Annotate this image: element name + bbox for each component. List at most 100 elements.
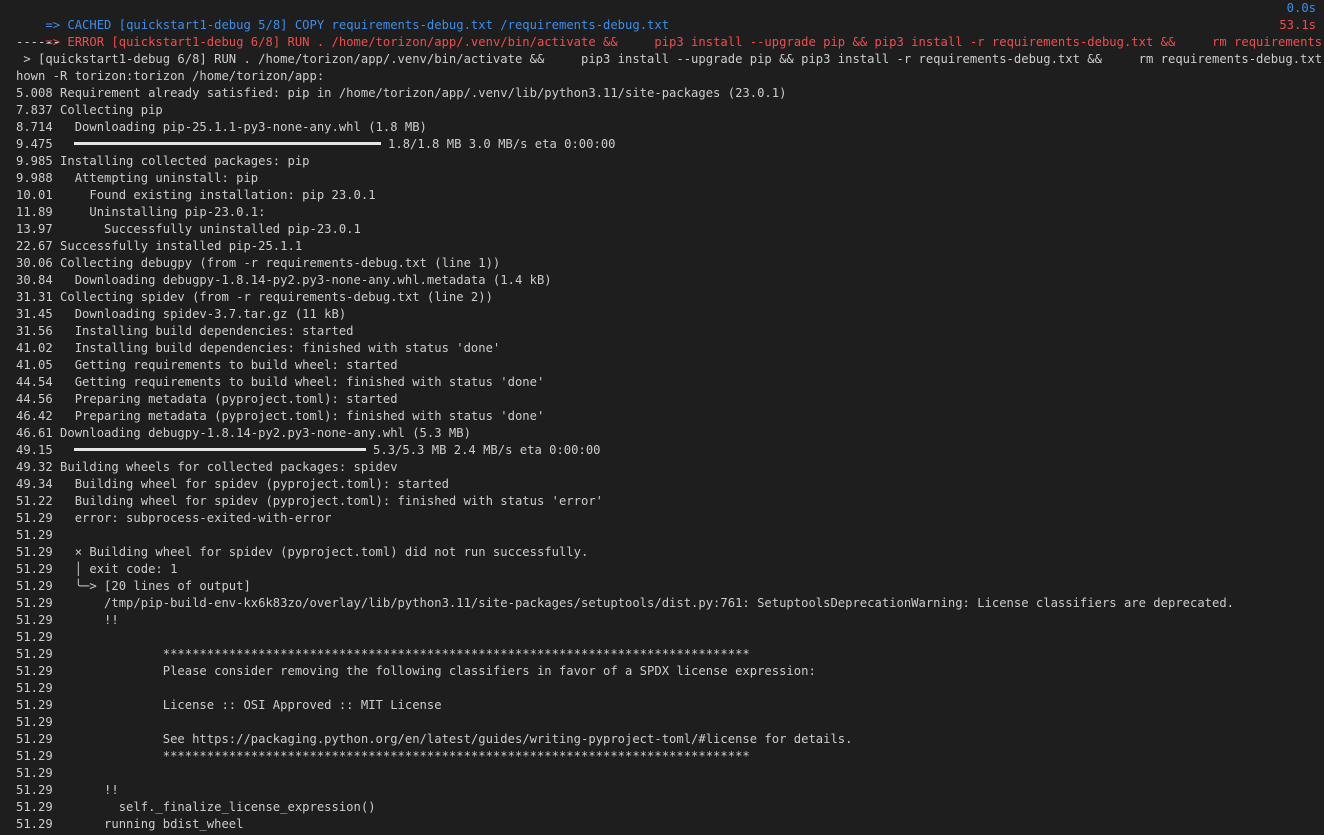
log-line-text: 49.34 Building wheel for spidev (pyproje… [16, 477, 449, 491]
log-line: 30.06 Collecting debugpy (from -r requir… [0, 255, 1324, 272]
log-line: 46.42 Preparing metadata (pyproject.toml… [0, 408, 1324, 425]
log-line: 49.15 5.3/5.3 MB 2.4 MB/s eta 0:00:00 [0, 442, 1324, 459]
log-line: 7.837 Collecting pip [0, 102, 1324, 119]
log-line-text: 31.56 Installing build dependencies: sta… [16, 324, 354, 338]
log-line: 10.01 Found existing installation: pip 2… [0, 187, 1324, 204]
error-step-line: => ERROR [quickstart1-debug 6/8] RUN . /… [0, 17, 1324, 49]
error-step-duration: 53.1s [1279, 18, 1316, 32]
log-line: 51.29 Please consider removing the follo… [0, 663, 1324, 680]
log-line-text: 31.31 Collecting spidev (from -r require… [16, 290, 493, 304]
log-line-text: 51.29 error: subprocess-exited-with-erro… [16, 511, 332, 525]
log-line: 44.56 Preparing metadata (pyproject.toml… [0, 391, 1324, 408]
log-line-text: 11.89 Uninstalling pip-23.0.1: [16, 205, 266, 219]
log-line: 22.67 Successfully installed pip-25.1.1 [0, 238, 1324, 255]
log-line-text: 51.29 See https://packaging.python.org/e… [16, 732, 853, 746]
log-line-text: 51.29 [16, 715, 53, 729]
log-line-text: 51.29 running bdist_wheel [16, 817, 244, 831]
log-line-text: 49.32 Building wheels for collected pack… [16, 460, 398, 474]
cached-step-duration: 0.0s [1286, 1, 1316, 15]
log-line: 49.32 Building wheels for collected pack… [0, 459, 1324, 476]
log-line-text: 51.29 self._finalize_license_expression(… [16, 800, 376, 814]
log-line: 46.61 Downloading debugpy-1.8.14-py2.py3… [0, 425, 1324, 442]
log-line-text: 9.988 Attempting uninstall: pip [16, 171, 259, 185]
log-line-text: 13.97 Successfully uninstalled pip-23.0.… [16, 222, 361, 236]
download-progress-bar [74, 448, 367, 451]
log-line-text: 51.29 Please consider removing the follo… [16, 664, 816, 678]
log-line: 51.29 [0, 714, 1324, 731]
log-line-text: 9.985 Installing collected packages: pip [16, 154, 310, 168]
terminal-output[interactable]: => CACHED [quickstart1-debug 5/8] COPY r… [0, 0, 1324, 835]
log-line: 11.89 Uninstalling pip-23.0.1: [0, 204, 1324, 221]
log-line: 31.31 Collecting spidev (from -r require… [0, 289, 1324, 306]
log-line-text: 22.67 Successfully installed pip-25.1.1 [16, 239, 303, 253]
log-line-text: 30.84 Downloading debugpy-1.8.14-py2.py3… [16, 273, 552, 287]
log-line-text: 51.29 │ exit code: 1 [16, 562, 178, 576]
log-line: 51.29 error: subprocess-exited-with-erro… [0, 510, 1324, 527]
build-log: > [quickstart1-debug 6/8] RUN . /home/to… [0, 51, 1324, 833]
log-line: 31.45 Downloading spidev-3.7.tar.gz (11 … [0, 306, 1324, 323]
log-line-text: 5.008 Requirement already satisfied: pip… [16, 86, 787, 100]
log-line: 51.29 │ exit code: 1 [0, 561, 1324, 578]
log-line: 51.29 [0, 680, 1324, 697]
log-line-text: 51.29 [16, 630, 53, 644]
log-line: 51.29 !! [0, 782, 1324, 799]
log-line-text: > [quickstart1-debug 6/8] RUN . /home/to… [16, 52, 1324, 66]
log-line: 51.29 [0, 765, 1324, 782]
log-line-text: 51.29 [16, 766, 53, 780]
log-line-text: 51.29 [16, 528, 53, 542]
log-line: 51.29 /tmp/pip-build-env-kx6k83zo/overla… [0, 595, 1324, 612]
cached-step-line: => CACHED [quickstart1-debug 5/8] COPY r… [0, 0, 1324, 32]
log-line: 51.29 !! [0, 612, 1324, 629]
log-line: 51.29 **********************************… [0, 646, 1324, 663]
log-line: 49.34 Building wheel for spidev (pyproje… [0, 476, 1324, 493]
log-line: 51.29 [0, 629, 1324, 646]
log-line-text: 49.15 [16, 443, 61, 457]
download-progress-label: 5.3/5.3 MB 2.4 MB/s eta 0:00:00 [373, 443, 601, 457]
log-line: 51.29 [0, 527, 1324, 544]
log-line-text: 51.22 Building wheel for spidev (pyproje… [16, 494, 603, 508]
log-line: > [quickstart1-debug 6/8] RUN . /home/to… [0, 51, 1324, 68]
log-line: 9.985 Installing collected packages: pip [0, 153, 1324, 170]
log-line-text: 46.61 Downloading debugpy-1.8.14-py2.py3… [16, 426, 471, 440]
log-line: 51.29 running bdist_wheel [0, 816, 1324, 833]
log-line-text: 41.02 Installing build dependencies: fin… [16, 341, 501, 355]
log-line-text: 51.29 License :: OSI Approved :: MIT Lic… [16, 698, 442, 712]
log-line-text: 7.837 Collecting pip [16, 103, 163, 117]
log-line-text: 51.29 × Building wheel for spidev (pypro… [16, 545, 589, 559]
log-line-text: 51.29 [16, 681, 53, 695]
log-line-text: 51.29 !! [16, 613, 119, 627]
log-line: 9.988 Attempting uninstall: pip [0, 170, 1324, 187]
log-line-text: 8.714 Downloading pip-25.1.1-py3-none-an… [16, 120, 427, 134]
log-line: 51.29 self._finalize_license_expression(… [0, 799, 1324, 816]
log-line-text: 10.01 Found existing installation: pip 2… [16, 188, 376, 202]
log-line-text: 41.05 Getting requirements to build whee… [16, 358, 398, 372]
log-line-text: 9.475 [16, 137, 61, 151]
separator-line: ------ [16, 35, 61, 49]
log-line-text: 51.29 /tmp/pip-build-env-kx6k83zo/overla… [16, 596, 1235, 610]
log-line-text: hown -R torizon:torizon /home/torizon/ap… [16, 69, 325, 83]
log-line-text: 51.29 !! [16, 783, 119, 797]
log-line-text: 51.29 **********************************… [16, 749, 750, 763]
log-line: 5.008 Requirement already satisfied: pip… [0, 85, 1324, 102]
log-line: 51.29 ╰─> [20 lines of output] [0, 578, 1324, 595]
log-line-text: 31.45 Downloading spidev-3.7.tar.gz (11 … [16, 307, 347, 321]
log-line: hown -R torizon:torizon /home/torizon/ap… [0, 68, 1324, 85]
log-line: 41.05 Getting requirements to build whee… [0, 357, 1324, 374]
log-line: 9.475 1.8/1.8 MB 3.0 MB/s eta 0:00:00 [0, 136, 1324, 153]
log-line-text: 30.06 Collecting debugpy (from -r requir… [16, 256, 501, 270]
log-line: 51.22 Building wheel for spidev (pyproje… [0, 493, 1324, 510]
log-line: 30.84 Downloading debugpy-1.8.14-py2.py3… [0, 272, 1324, 289]
log-line: 8.714 Downloading pip-25.1.1-py3-none-an… [0, 119, 1324, 136]
log-line-text: 51.29 **********************************… [16, 647, 750, 661]
log-line-text: 44.54 Getting requirements to build whee… [16, 375, 545, 389]
log-line-text: 44.56 Preparing metadata (pyproject.toml… [16, 392, 398, 406]
log-line: 51.29 × Building wheel for spidev (pypro… [0, 544, 1324, 561]
download-progress-label: 1.8/1.8 MB 3.0 MB/s eta 0:00:00 [388, 137, 616, 151]
download-progress-bar [74, 142, 382, 145]
log-line: 13.97 Successfully uninstalled pip-23.0.… [0, 221, 1324, 238]
log-line: 31.56 Installing build dependencies: sta… [0, 323, 1324, 340]
log-line: 51.29 See https://packaging.python.org/e… [0, 731, 1324, 748]
log-line: 51.29 **********************************… [0, 748, 1324, 765]
log-line: 44.54 Getting requirements to build whee… [0, 374, 1324, 391]
log-line: 41.02 Installing build dependencies: fin… [0, 340, 1324, 357]
